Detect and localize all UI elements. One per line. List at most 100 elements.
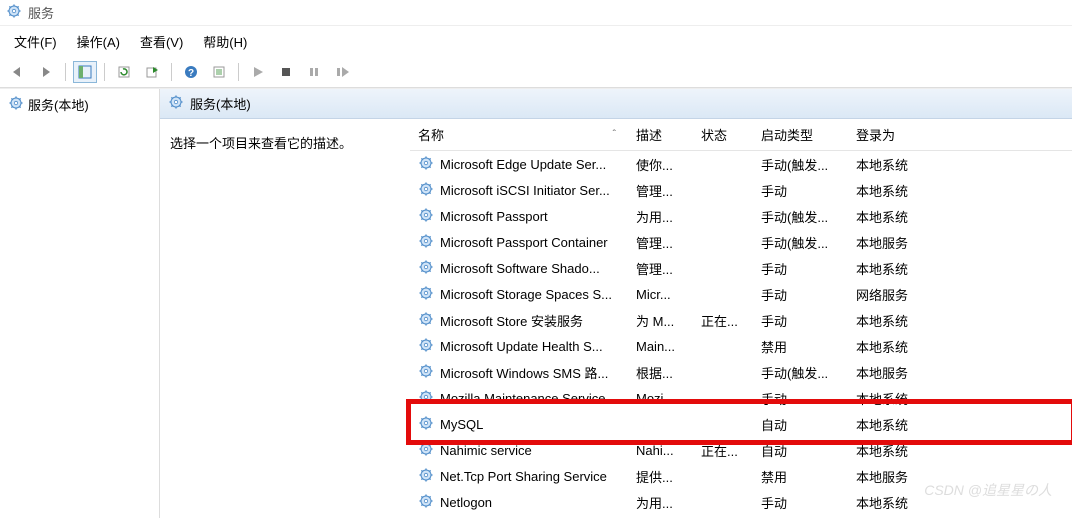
service-row[interactable]: Microsoft Passport Container管理...手动(触发..…: [410, 229, 1072, 255]
service-name: Microsoft Windows SMS 路...: [440, 363, 608, 382]
service-start: 手动(触发...: [755, 233, 850, 252]
menu-action[interactable]: 操作(A): [67, 28, 130, 55]
service-logon: 本地服务: [850, 233, 940, 252]
services-icon: [6, 3, 22, 22]
service-logon: 网络服务: [850, 285, 940, 304]
col-header-name[interactable]: 名称ˆ: [410, 125, 630, 144]
sort-indicator-icon: ˆ: [613, 129, 616, 140]
service-icon: [418, 415, 434, 434]
service-start: 手动: [755, 285, 850, 304]
service-icon: [418, 493, 434, 512]
service-logon: 本地系统: [850, 259, 940, 278]
restart-service-button[interactable]: [330, 61, 354, 83]
service-start: 手动: [755, 389, 850, 408]
service-icon: [418, 311, 434, 330]
menu-file[interactable]: 文件(F): [4, 28, 67, 55]
service-icon: [418, 389, 434, 408]
service-row[interactable]: Microsoft Storage Spaces S...Micr...手动网络…: [410, 281, 1072, 307]
back-button[interactable]: [6, 61, 30, 83]
toolbar-separator: [65, 63, 66, 81]
service-start: 手动(触发...: [755, 207, 850, 226]
service-row[interactable]: Net.Tcp Port Sharing Service提供...禁用本地服务: [410, 463, 1072, 489]
service-logon: 本地系统: [850, 415, 940, 434]
service-name: Nahimic service: [440, 443, 532, 458]
service-row[interactable]: Netlogon为用...手动本地系统: [410, 489, 1072, 515]
service-desc: Main...: [630, 339, 695, 354]
pane-title: 服务(本地): [190, 94, 251, 113]
properties-button[interactable]: [207, 61, 231, 83]
services-icon: [168, 94, 184, 113]
service-row[interactable]: Mozilla Maintenance ServiceMozi...手动本地系统: [410, 385, 1072, 411]
service-row[interactable]: Microsoft Windows SMS 路... 根据... 手动(触发...本…: [410, 359, 1072, 385]
service-name: Microsoft Passport: [440, 209, 548, 224]
service-name: Microsoft Edge Update Ser...: [440, 157, 606, 172]
pause-service-button[interactable]: [302, 61, 326, 83]
service-start: 禁用: [755, 467, 850, 486]
service-logon: 本地系统: [850, 155, 940, 174]
service-row[interactable]: Microsoft Store 安装服务为 M...正在...手动本地系统: [410, 307, 1072, 333]
toolbar-separator: [104, 63, 105, 81]
col-header-desc[interactable]: 描述: [630, 125, 695, 144]
tree-root-item[interactable]: 服务(本地): [6, 93, 153, 116]
forward-button[interactable]: [34, 61, 58, 83]
start-service-button[interactable]: [246, 61, 270, 83]
service-icon: [418, 285, 434, 304]
service-name: Microsoft Update Health S...: [440, 339, 603, 354]
main-area: 服务(本地) 服务(本地) 选择一个项目来查看它的描述。 名称ˆ 描述 状态 启…: [0, 88, 1072, 518]
service-list[interactable]: 名称ˆ 描述 状态 启动类型 登录为 Microsoft Edge Update…: [410, 119, 1072, 518]
service-name: Microsoft Storage Spaces S...: [440, 287, 612, 302]
menu-bar: 文件(F) 操作(A) 查看(V) 帮助(H): [0, 26, 1072, 57]
service-desc: 使你...: [630, 155, 695, 174]
service-row[interactable]: Microsoft Software Shado...管理...手动本地系统: [410, 255, 1072, 281]
tree-root-label: 服务(本地): [28, 95, 89, 114]
service-state: 正在...: [695, 441, 755, 460]
window-title: 服务: [28, 3, 54, 22]
service-start: 手动: [755, 493, 850, 512]
service-icon: [418, 441, 434, 460]
service-desc: 根据...: [630, 363, 695, 382]
detail-pane: 服务(本地) 选择一个项目来查看它的描述。 名称ˆ 描述 状态 启动类型 登录为…: [160, 89, 1072, 518]
service-logon: 本地系统: [850, 181, 940, 200]
service-start: 手动: [755, 259, 850, 278]
service-start: 手动(触发...: [755, 363, 850, 382]
service-start: 自动: [755, 441, 850, 460]
menu-help[interactable]: 帮助(H): [193, 28, 257, 55]
service-state: 正在...: [695, 311, 755, 330]
col-header-logon[interactable]: 登录为: [850, 125, 940, 144]
title-bar: 服务: [0, 0, 1072, 26]
service-row[interactable]: Microsoft iSCSI Initiator Ser...管理...手动本…: [410, 177, 1072, 203]
help-button[interactable]: ?: [179, 61, 203, 83]
service-row[interactable]: Microsoft Update Health S...Main...禁用本地系…: [410, 333, 1072, 359]
svg-text:?: ?: [188, 68, 194, 79]
service-icon: [418, 181, 434, 200]
service-row[interactable]: MySQL自动本地系统: [410, 411, 1072, 437]
services-icon: [8, 95, 24, 114]
service-logon: 本地系统: [850, 311, 940, 330]
service-logon: 本地系统: [850, 337, 940, 356]
service-row[interactable]: Microsoft Edge Update Ser...使你...手动(触发..…: [410, 151, 1072, 177]
service-logon: 本地服务: [850, 363, 940, 382]
menu-view[interactable]: 查看(V): [130, 28, 193, 55]
service-name: Netlogon: [440, 495, 492, 510]
col-header-state[interactable]: 状态: [695, 125, 755, 144]
col-header-start[interactable]: 启动类型: [755, 125, 850, 144]
stop-service-button[interactable]: [274, 61, 298, 83]
service-desc: Nahi...: [630, 443, 695, 458]
service-desc: 为 M...: [630, 311, 695, 330]
service-logon: 本地系统: [850, 207, 940, 226]
service-name: MySQL: [440, 417, 483, 432]
column-headers[interactable]: 名称ˆ 描述 状态 启动类型 登录为: [410, 119, 1072, 151]
service-desc: 管理...: [630, 181, 695, 200]
service-row[interactable]: Nahimic serviceNahi...正在...自动本地系统: [410, 437, 1072, 463]
refresh-button[interactable]: [112, 61, 136, 83]
tree-pane[interactable]: 服务(本地): [0, 89, 160, 518]
service-name: Microsoft Passport Container: [440, 235, 608, 250]
show-hide-tree-button[interactable]: [73, 61, 97, 83]
service-row[interactable]: Microsoft Passport为用...手动(触发...本地系统: [410, 203, 1072, 229]
service-name: Mozilla Maintenance Service: [440, 391, 605, 406]
service-logon: 本地系统: [850, 493, 940, 512]
service-start: 手动: [755, 311, 850, 330]
service-desc: Mozi...: [630, 391, 695, 406]
toolbar: ?: [0, 57, 1072, 88]
export-button[interactable]: [140, 61, 164, 83]
